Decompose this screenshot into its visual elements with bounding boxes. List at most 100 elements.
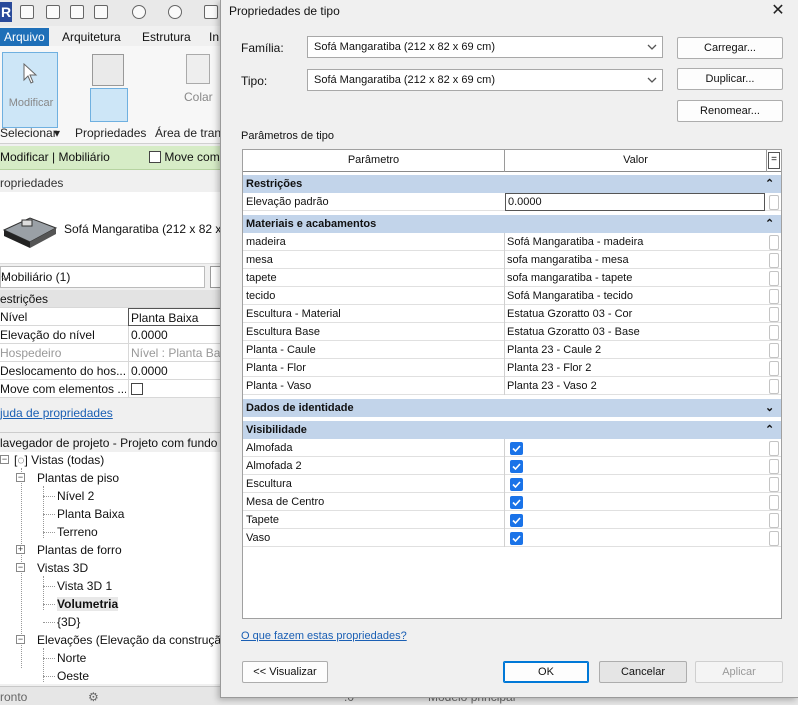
- group-header-visibilidade[interactable]: Visibilidade ⌃: [243, 421, 781, 439]
- visibility-checkbox[interactable]: [510, 478, 523, 491]
- category-selector[interactable]: Mobiliário (1) ⌵: [0, 266, 205, 288]
- param-value-input[interactable]: 0.0000: [505, 193, 765, 211]
- visibility-checkbox[interactable]: [510, 442, 523, 455]
- param-row[interactable]: tapete sofa mangaratiba - tapete: [243, 269, 781, 287]
- param-value[interactable]: Sofá Mangaratiba - tecido: [507, 290, 633, 302]
- row-scroll-handle[interactable]: [769, 477, 779, 492]
- property-value[interactable]: 0.0000: [128, 362, 225, 380]
- property-value[interactable]: 0.0000: [128, 326, 225, 344]
- tree-node-ceiling-plans[interactable]: Plantas de forro: [37, 543, 122, 557]
- tree-node-terrain[interactable]: Terreno: [57, 525, 98, 539]
- tree-node-level-2[interactable]: Nível 2: [57, 489, 94, 503]
- param-row[interactable]: Mesa de Centro: [243, 493, 781, 511]
- param-value[interactable]: sofa mangaratiba - mesa: [507, 254, 629, 266]
- tab-arquivo[interactable]: Arquivo: [0, 28, 49, 46]
- param-row[interactable]: Tapete: [243, 511, 781, 529]
- row-scroll-handle[interactable]: [769, 271, 779, 286]
- rename-button[interactable]: Renomear...: [677, 100, 783, 122]
- tree-node-west[interactable]: Oeste: [57, 669, 89, 683]
- property-value[interactable]: [128, 380, 225, 398]
- tree-node-3d-view-1[interactable]: Vista 3D 1: [57, 579, 112, 593]
- select-dropdown-arrow[interactable]: ▾: [54, 126, 60, 140]
- param-row[interactable]: Planta - Caule Planta 23 - Caule 2: [243, 341, 781, 359]
- tree-node-ground-plan[interactable]: Planta Baixa: [57, 507, 124, 521]
- undo-icon[interactable]: [132, 5, 146, 19]
- revit-logo-icon[interactable]: R: [0, 2, 12, 22]
- tab-arquitetura[interactable]: Arquitetura: [58, 28, 125, 46]
- group-header-constraints[interactable]: estrições: [0, 290, 225, 308]
- tree-node-floor-plans[interactable]: Plantas de piso: [37, 471, 119, 485]
- row-scroll-handle[interactable]: [769, 343, 779, 358]
- param-row[interactable]: mesa sofa mangaratiba - mesa: [243, 251, 781, 269]
- param-row[interactable]: Planta - Vaso Planta 23 - Vaso 2: [243, 377, 781, 395]
- param-row[interactable]: Escultura: [243, 475, 781, 493]
- row-scroll-handle[interactable]: [769, 235, 779, 250]
- row-scroll-handle[interactable]: [769, 195, 779, 210]
- tree-node-3d-default[interactable]: {3D}: [57, 615, 80, 629]
- param-value[interactable]: Sofá Mangaratiba - madeira: [507, 236, 643, 248]
- property-value[interactable]: Planta Baixa: [128, 308, 225, 326]
- move-with-checkbox[interactable]: [149, 151, 161, 163]
- tree-node-volumetria[interactable]: Volumetria: [57, 597, 119, 611]
- print-icon[interactable]: [204, 5, 218, 19]
- type-properties-icon[interactable]: [92, 54, 124, 86]
- tab-estrutura[interactable]: Estrutura: [138, 28, 195, 46]
- preview-button[interactable]: << Visualizar: [242, 661, 328, 683]
- collapse-icon[interactable]: −: [16, 473, 25, 482]
- row-scroll-handle[interactable]: [769, 289, 779, 304]
- property-row[interactable]: Elevação do nível 0.0000: [0, 326, 225, 344]
- param-value[interactable]: Planta 23 - Vaso 2: [507, 380, 597, 392]
- row-scroll-handle[interactable]: [769, 459, 779, 474]
- row-scroll-handle[interactable]: [769, 495, 779, 510]
- collapse-icon[interactable]: −: [0, 455, 9, 464]
- row-scroll-handle[interactable]: [769, 361, 779, 376]
- family-combo[interactable]: Sofá Mangaratiba (212 x 82 x 69 cm): [307, 36, 663, 58]
- redo-icon[interactable]: [168, 5, 182, 19]
- help-link[interactable]: O que fazem estas propriedades?: [241, 630, 407, 642]
- property-row[interactable]: Deslocamento do hos... 0.0000: [0, 362, 225, 380]
- visibility-checkbox[interactable]: [510, 496, 523, 509]
- param-row[interactable]: Escultura - Material Estatua Gzoratto 03…: [243, 305, 781, 323]
- modify-button[interactable]: Modificar: [2, 52, 58, 128]
- column-toggle-button[interactable]: =: [768, 152, 780, 169]
- param-row[interactable]: Almofada: [243, 439, 781, 457]
- param-value[interactable]: Planta 23 - Flor 2: [507, 362, 591, 374]
- visibility-checkbox[interactable]: [510, 532, 523, 545]
- param-row[interactable]: tecido Sofá Mangaratiba - tecido: [243, 287, 781, 305]
- select-dropdown[interactable]: Selecionar: [0, 126, 57, 140]
- row-scroll-handle[interactable]: [769, 307, 779, 322]
- group-header-dados-identidade[interactable]: Dados de identidade ⌄: [243, 399, 781, 417]
- tree-node-north[interactable]: Norte: [57, 651, 86, 665]
- load-button[interactable]: Carregar...: [677, 37, 783, 59]
- tree-node-3d-views[interactable]: Vistas 3D: [37, 561, 88, 575]
- collapse-icon[interactable]: −: [16, 635, 25, 644]
- param-row[interactable]: Elevação padrão 0.0000: [243, 193, 781, 211]
- param-value[interactable]: Estatua Gzoratto 03 - Cor: [507, 308, 632, 320]
- duplicate-button[interactable]: Duplicar...: [677, 68, 783, 90]
- row-scroll-handle[interactable]: [769, 325, 779, 340]
- move-with-elements-checkbox[interactable]: [131, 383, 143, 395]
- type-combo[interactable]: Sofá Mangaratiba (212 x 82 x 69 cm): [307, 69, 663, 91]
- column-header-value[interactable]: Valor: [505, 150, 767, 172]
- visibility-checkbox[interactable]: [510, 460, 523, 473]
- column-header-parameter[interactable]: Parâmetro: [243, 150, 505, 172]
- properties-toggle-icon[interactable]: [90, 88, 128, 122]
- group-header-restricoes[interactable]: Restrições ⌃: [243, 175, 781, 193]
- home-icon[interactable]: [20, 5, 34, 19]
- properties-help-link[interactable]: juda de propriedades: [0, 406, 113, 420]
- tree-node-elevations[interactable]: Elevações (Elevação da construção): [37, 633, 232, 647]
- paste-icon[interactable]: [186, 54, 210, 84]
- worksets-icon[interactable]: ⚙: [88, 690, 99, 704]
- param-row[interactable]: madeira Sofá Mangaratiba - madeira: [243, 233, 781, 251]
- expand-icon[interactable]: +: [16, 545, 25, 554]
- row-scroll-handle[interactable]: [769, 531, 779, 546]
- param-row[interactable]: Vaso: [243, 529, 781, 547]
- open-icon[interactable]: [46, 5, 60, 19]
- property-row[interactable]: Move com elementos ...: [0, 380, 225, 398]
- row-scroll-handle[interactable]: [769, 379, 779, 394]
- tree-node-views[interactable]: [◌] Vistas (todas): [14, 453, 104, 467]
- param-value[interactable]: Estatua Gzoratto 03 - Base: [507, 326, 640, 338]
- param-value[interactable]: sofa mangaratiba - tapete: [507, 272, 632, 284]
- save-icon[interactable]: [70, 5, 84, 19]
- property-row[interactable]: Nível Planta Baixa: [0, 308, 225, 326]
